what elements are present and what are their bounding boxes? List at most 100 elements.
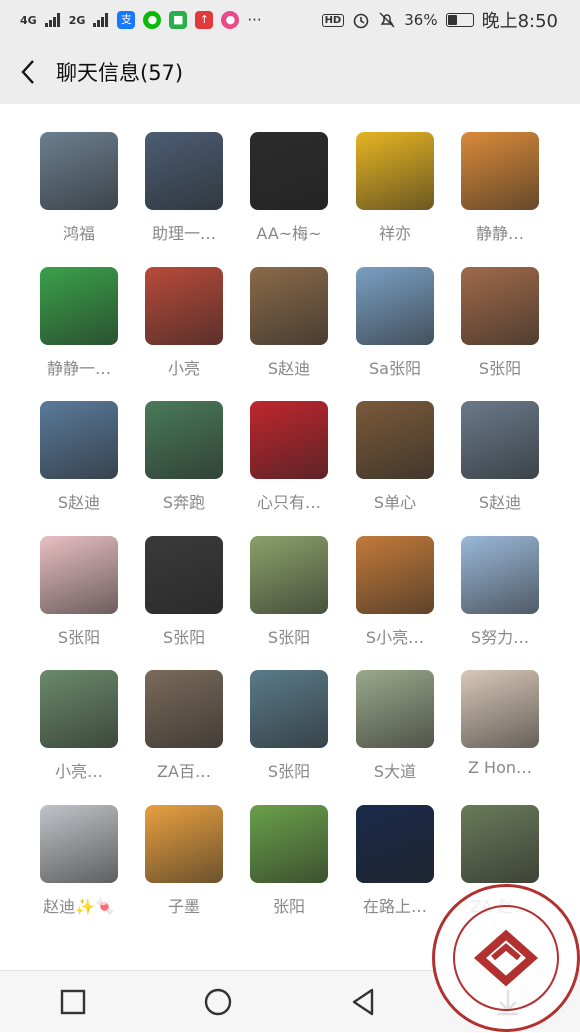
member-item[interactable]: Sa张阳: [345, 266, 445, 379]
member-avatar: [145, 535, 223, 614]
member-name: S单心: [373, 493, 417, 512]
member-item[interactable]: S奔跑: [134, 401, 234, 513]
member-item[interactable]: 静静…: [450, 132, 550, 244]
member-avatar: [356, 132, 434, 210]
member-name: 鸿福: [62, 224, 95, 243]
message-icon: ■: [169, 11, 188, 29]
member-avatar: [145, 266, 223, 345]
member-avatar: [40, 132, 118, 210]
member-avatar: [461, 804, 539, 883]
member-item[interactable]: S小亮…: [345, 535, 445, 648]
member-name: 助理一…: [151, 224, 216, 243]
member-item[interactable]: 祥亦: [345, 132, 445, 244]
member-avatar: [250, 401, 328, 479]
member-name: S赵迪: [57, 493, 101, 512]
member-avatar: [250, 132, 328, 210]
more-icon: ···: [247, 11, 262, 29]
member-item[interactable]: 在路上…: [345, 804, 445, 917]
member-avatar: [250, 670, 328, 748]
member-avatar: [145, 401, 223, 479]
member-avatar: [461, 535, 539, 614]
member-avatar: [356, 804, 434, 883]
member-name: 小亮: [167, 358, 200, 378]
member-avatar: [40, 401, 118, 479]
member-item[interactable]: S张阳: [29, 535, 129, 648]
member-item[interactable]: 静静一…: [29, 266, 129, 379]
member-name: S张阳: [267, 762, 311, 781]
status-right: HD 36% 晚上8:50: [321, 7, 558, 33]
member-avatar: [40, 266, 118, 345]
back-nav-button[interactable]: [333, 977, 393, 1027]
member-avatar: [250, 535, 328, 614]
member-item[interactable]: S张阳: [134, 535, 234, 648]
member-name: S张阳: [162, 627, 206, 647]
member-item[interactable]: 鸿福: [29, 132, 129, 244]
member-avatar: [356, 401, 434, 479]
member-name: 心只有…: [256, 493, 321, 512]
member-name: Z Hon…: [467, 758, 532, 777]
member-name: 祥亦: [378, 224, 411, 243]
member-item[interactable]: 赵迪✨🍬: [29, 804, 129, 917]
member-item[interactable]: S张阳: [450, 266, 550, 379]
member-avatar: [356, 535, 434, 614]
member-avatar: [356, 266, 434, 345]
member-item[interactable]: S赵迪: [239, 266, 339, 379]
app-icon: ●: [221, 11, 240, 29]
mute-icon: [379, 12, 395, 28]
recent-apps-button[interactable]: [43, 977, 103, 1027]
battery-icon: [445, 13, 474, 27]
alipay-icon: 支: [117, 11, 136, 29]
member-item[interactable]: 张阳: [239, 804, 339, 917]
member-name: S赵迪: [478, 493, 522, 512]
member-name: 子墨: [167, 896, 200, 916]
member-item[interactable]: 心只有…: [239, 401, 339, 513]
member-item[interactable]: 小亮…: [29, 670, 129, 782]
member-name: AA~梅~: [256, 224, 322, 243]
square-icon: [60, 989, 85, 1014]
member-name: Sa张阳: [369, 358, 421, 378]
watermark-seal: [432, 884, 580, 1032]
clock: 晚上8:50: [481, 11, 558, 32]
member-item[interactable]: 子墨: [134, 804, 234, 917]
member-item[interactable]: S张阳: [239, 535, 339, 648]
member-avatar: [145, 670, 223, 748]
member-avatar: [461, 132, 539, 210]
signal-bars-icon: [44, 13, 60, 27]
member-avatar: [250, 266, 328, 345]
member-name: S张阳: [478, 358, 522, 378]
member-name: S奔跑: [162, 493, 206, 512]
member-name: S张阳: [57, 627, 101, 647]
home-button[interactable]: [188, 977, 248, 1027]
member-avatar: [145, 132, 223, 210]
member-item[interactable]: S赵迪: [450, 401, 550, 513]
status-bar: 4G 2G 支 ● ■ ↑ ● ··· HD 36% 晚上8:50: [0, 0, 580, 40]
member-item[interactable]: 助理一…: [134, 132, 234, 244]
back-button[interactable]: [0, 40, 56, 104]
member-avatar: [461, 670, 539, 748]
triangle-back-icon: [352, 988, 373, 1015]
member-name: ZA百…: [157, 762, 211, 781]
member-item[interactable]: AA~梅~: [239, 132, 339, 244]
member-item[interactable]: Z Hon…: [450, 670, 550, 777]
member-item[interactable]: 小亮: [134, 266, 234, 379]
member-item[interactable]: S努力…: [450, 535, 550, 648]
watermark-logo-icon: [453, 905, 559, 1011]
member-name: 小亮…: [54, 762, 103, 781]
member-avatar: [40, 804, 118, 883]
circle-icon: [204, 988, 231, 1015]
member-item[interactable]: S赵迪: [29, 401, 129, 513]
member-item[interactable]: S单心: [345, 401, 445, 513]
member-name: 赵迪✨🍬: [43, 896, 115, 916]
member-avatar: [250, 804, 328, 883]
member-name: 在路上…: [362, 896, 427, 916]
page-title: 聊天信息(57): [56, 61, 184, 85]
member-avatar: [40, 535, 118, 614]
member-name: S赵迪: [267, 358, 311, 378]
member-avatar: [461, 266, 539, 345]
member-name: S努力…: [470, 627, 530, 647]
alarm-icon: [353, 13, 369, 29]
member-name: S张阳: [267, 627, 311, 647]
member-item[interactable]: S张阳: [239, 670, 339, 782]
member-item[interactable]: S大道: [345, 670, 445, 782]
member-item[interactable]: ZA百…: [134, 670, 234, 782]
